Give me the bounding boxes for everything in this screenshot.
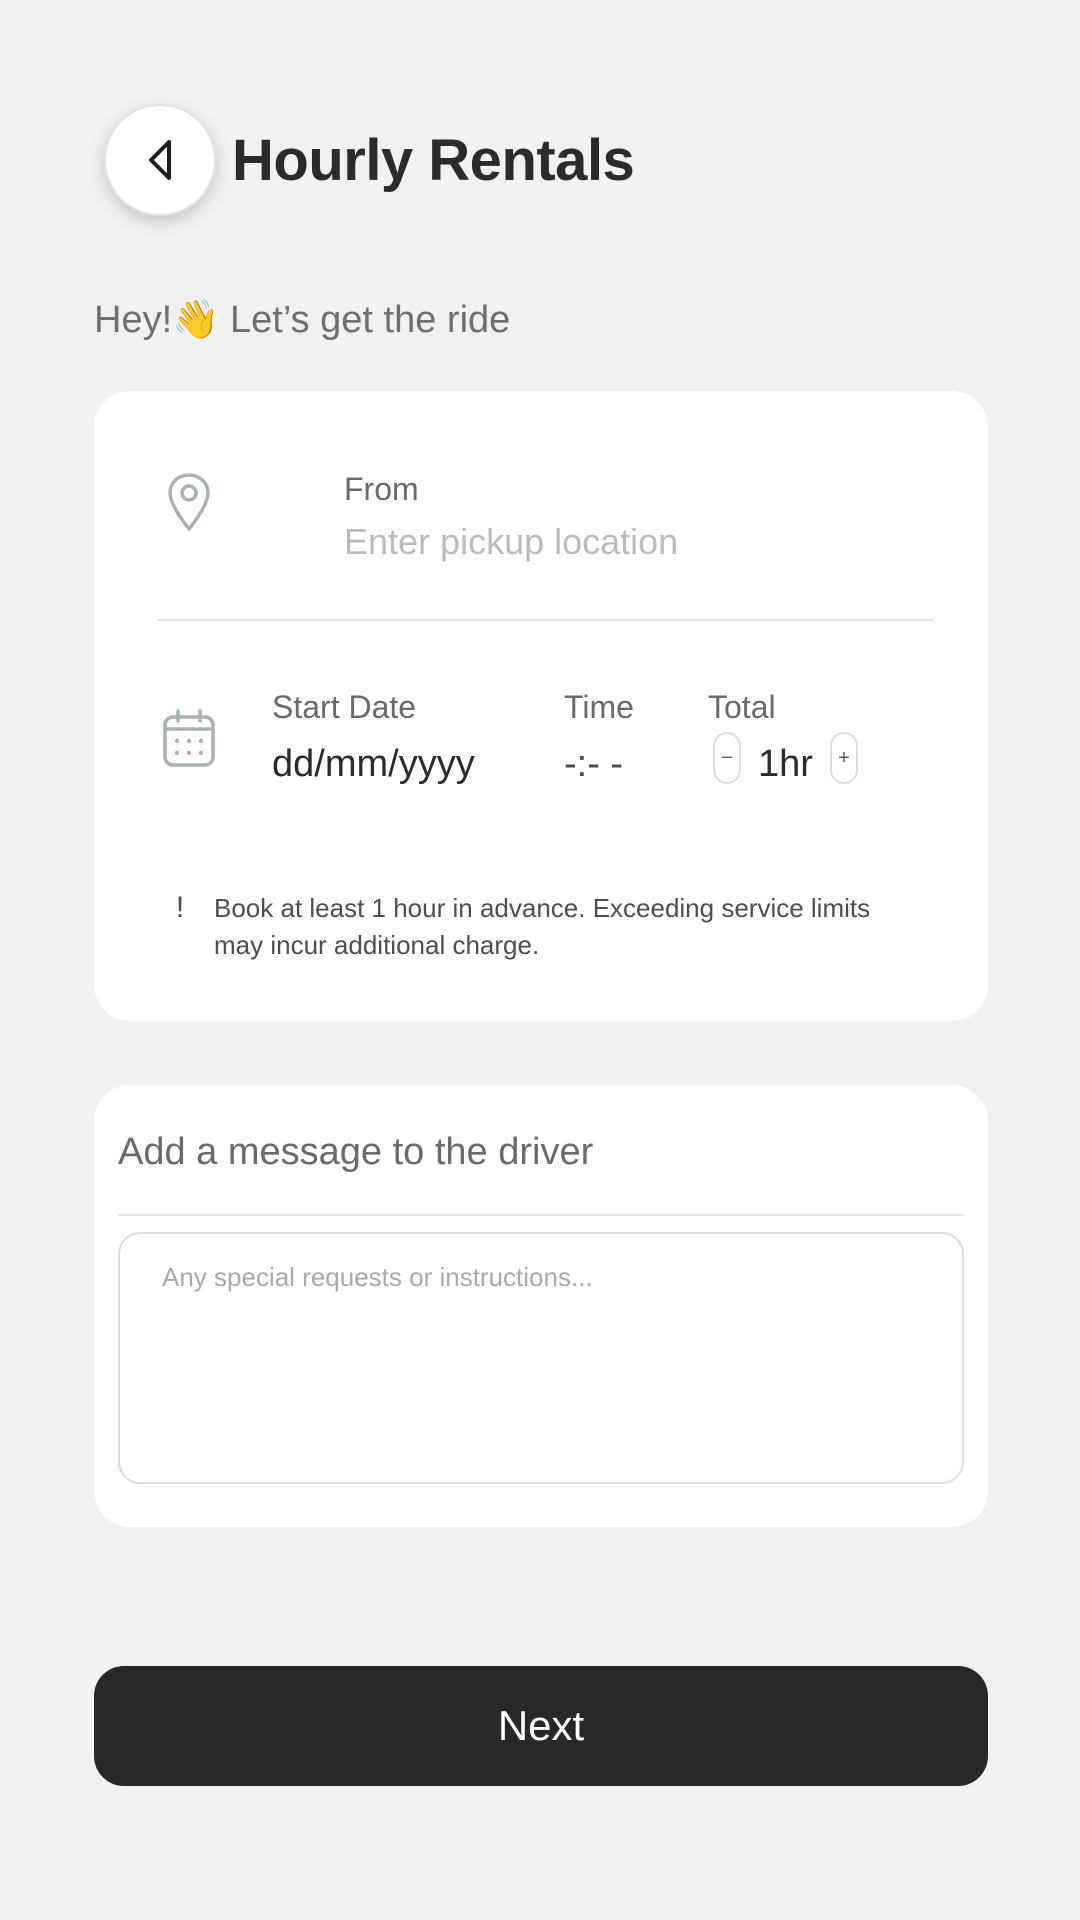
exclamation-icon: ! — [175, 891, 185, 924]
from-label: From — [344, 471, 419, 507]
divider — [157, 619, 933, 621]
location-pin-icon — [168, 473, 210, 531]
start-date-input[interactable]: dd/mm/yyyy — [272, 743, 475, 786]
next-button[interactable]: Next — [94, 1666, 988, 1786]
time-label: Time — [564, 689, 634, 725]
message-title: Add a message to the driver — [118, 1131, 594, 1173]
total-label: Total — [708, 689, 776, 725]
increase-hours-button[interactable]: + — [830, 732, 858, 784]
start-date-label: Start Date — [272, 689, 417, 725]
trip-details-card: From Start Date dd/mm/yyyy Time -:- - To… — [94, 391, 988, 1021]
divider — [118, 1214, 964, 1216]
booking-notice-text: Book at least 1 hour in advance. Exceedi… — [214, 893, 871, 960]
total-hours-value: 1hr — [758, 743, 813, 785]
driver-message-card: Add a message to the driver — [94, 1085, 988, 1527]
time-input[interactable]: -:- - — [564, 743, 623, 786]
header: Hourly Rentals — [104, 104, 635, 216]
back-button[interactable] — [104, 104, 216, 216]
decrease-hours-button[interactable]: − — [713, 732, 741, 784]
pickup-location-input[interactable] — [344, 521, 904, 563]
calendar-icon — [163, 709, 215, 767]
driver-message-textarea[interactable] — [118, 1232, 964, 1484]
page-title: Hourly Rentals — [232, 127, 635, 193]
greeting-text: Hey!👋 Let’s get the ride — [94, 299, 511, 341]
chevron-left-icon — [149, 140, 171, 180]
